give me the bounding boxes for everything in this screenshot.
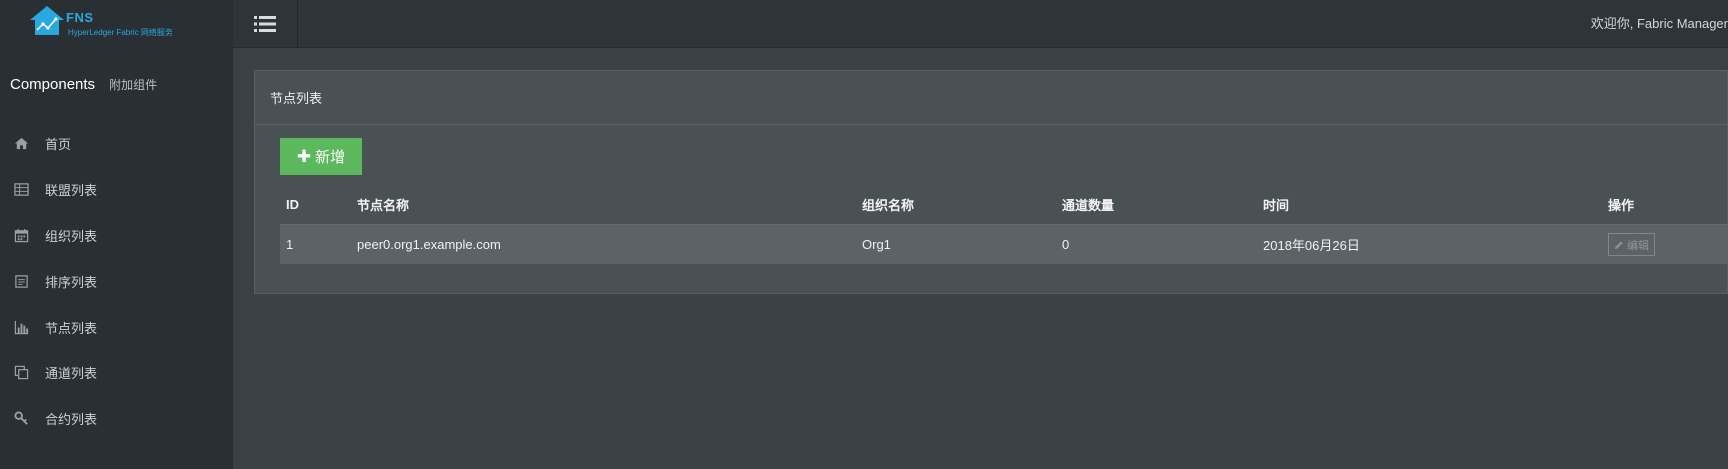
calendar-icon	[13, 227, 29, 243]
cell-id: 1	[286, 237, 294, 252]
components-subtitle: 附加组件	[109, 78, 158, 92]
sidebar-item-alliance[interactable]: 联盟列表	[0, 167, 233, 213]
sidebar-item-label: 首页	[45, 137, 72, 153]
sidebar: FNS HyperLedger Fabric 网络服务 Components 附…	[0, 0, 233, 469]
cell-org: Org1	[862, 237, 891, 252]
brand-logo[interactable]: FNS HyperLedger Fabric 网络服务	[28, 4, 188, 40]
components-title: Components	[10, 76, 96, 93]
sidebar-item-label: 合约列表	[45, 412, 98, 428]
sidebar-item-label: 排序列表	[45, 274, 98, 290]
cell-action: 编辑	[1608, 233, 1728, 256]
column-header-channels: 通道数量	[1062, 198, 1115, 213]
home-icon	[13, 136, 29, 152]
top-bar: 欢迎你, Fabric Manager	[233, 0, 1728, 48]
sidebar-item-label: 组织列表	[45, 228, 98, 244]
components-header: Components 附加组件	[10, 76, 157, 93]
welcome-user-text[interactable]: 欢迎你, Fabric Manager	[1591, 13, 1728, 32]
column-header-time: 时间	[1263, 198, 1290, 213]
add-button[interactable]: ✚ 新增	[280, 138, 362, 175]
peer-list-panel: 节点列表 ✚ 新增 ID 节点名称 组织名称 通道数量 时间 操作 1 peer…	[254, 70, 1728, 294]
table-icon	[13, 182, 29, 198]
panel-title: 节点列表	[270, 91, 323, 106]
sidebar-item-label: 联盟列表	[45, 183, 98, 199]
panel-header: 节点列表	[255, 71, 1727, 125]
copy-icon	[13, 365, 29, 381]
edit-button-label: 编辑	[1627, 239, 1649, 252]
bar-chart-icon	[13, 319, 29, 335]
column-header-id: ID	[286, 197, 299, 212]
sidebar-item-channels[interactable]: 通道列表	[0, 350, 233, 396]
sidebar-item-label: 通道列表	[45, 366, 98, 382]
edit-button[interactable]: 编辑	[1608, 233, 1655, 256]
sidebar-item-org[interactable]: 组织列表	[0, 213, 233, 259]
column-header-action: 操作	[1608, 198, 1635, 213]
sidebar-item-home[interactable]: 首页	[0, 121, 233, 167]
table-header-row: ID 节点名称 组织名称 通道数量 时间 操作	[280, 185, 1728, 225]
sidebar-item-peers[interactable]: 节点列表	[0, 304, 233, 350]
cell-time: 2018年06月26日	[1263, 238, 1360, 253]
sidebar-item-contracts[interactable]: 合约列表	[0, 396, 233, 442]
house-logo-icon	[30, 6, 64, 35]
brand-subtitle: HyperLedger Fabric 网络服务	[68, 28, 173, 37]
sidebar-item-label: 节点列表	[45, 320, 98, 336]
list-menu-icon	[254, 16, 276, 32]
column-header-org: 组织名称	[862, 198, 915, 213]
column-header-name: 节点名称	[357, 198, 410, 213]
table-row: 1 peer0.org1.example.com Org1 0 2018年06月…	[280, 225, 1728, 264]
cell-name: peer0.org1.example.com	[357, 237, 501, 252]
sidebar-item-orderer[interactable]: 排序列表	[0, 258, 233, 304]
plus-icon: ✚	[296, 147, 312, 166]
pencil-icon	[1615, 241, 1623, 249]
peer-table: ID 节点名称 组织名称 通道数量 时间 操作 1 peer0.org1.exa…	[280, 185, 1728, 264]
sidebar-nav: 首页 联盟列表 组织列表 排序列表 节点列表 通道列表 合约列表	[0, 121, 233, 442]
add-button-label: 新增	[315, 149, 346, 166]
menu-toggle-button[interactable]	[233, 0, 298, 48]
cell-channels: 0	[1062, 237, 1070, 252]
list-box-icon	[13, 273, 29, 289]
key-icon	[13, 411, 29, 427]
brand-name: FNS	[66, 10, 94, 25]
